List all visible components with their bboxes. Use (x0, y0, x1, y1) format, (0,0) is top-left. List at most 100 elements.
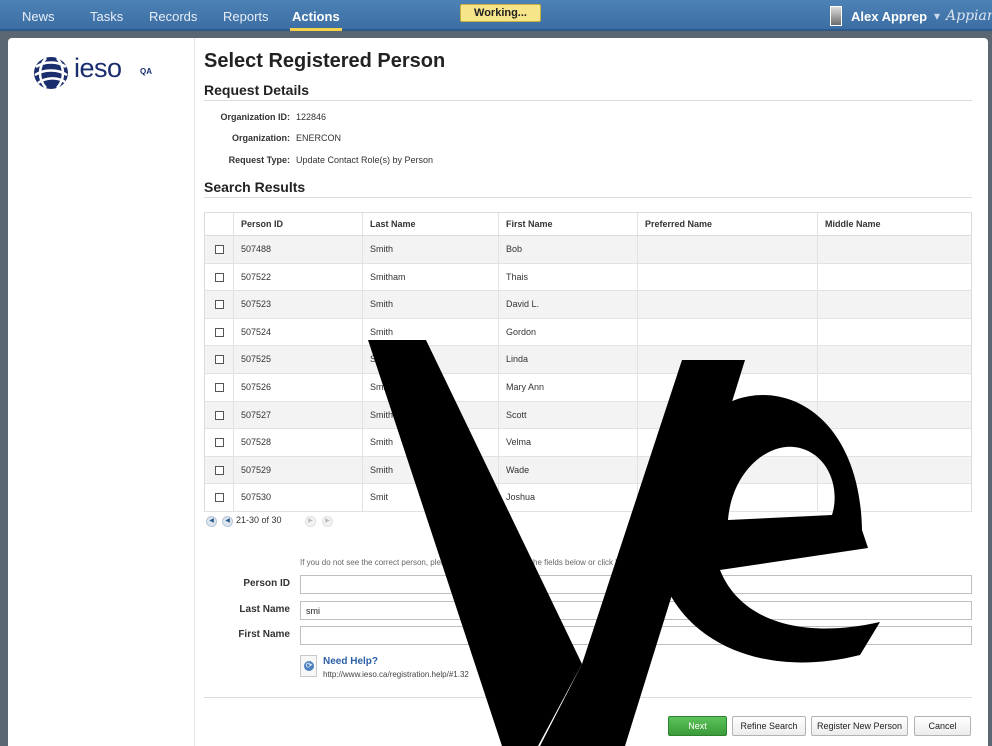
cancel-button[interactable]: Cancel (914, 716, 971, 736)
table-row[interactable]: 507488 Smith Bob (205, 236, 971, 264)
row-select-checkbox[interactable] (215, 438, 224, 448)
row-select-checkbox[interactable] (215, 410, 224, 420)
person-id-cell: 507530 (233, 484, 362, 511)
select-cell (205, 346, 233, 373)
sidebar-divider (194, 38, 195, 746)
last-name-input[interactable] (300, 601, 972, 620)
first-name-cell: Joshua (498, 484, 637, 511)
last-name-cell: Smith (362, 401, 498, 429)
row-select-checkbox[interactable] (215, 382, 224, 392)
register-new-person-button[interactable]: Register New Person (811, 716, 908, 736)
person-id-cell: 507528 (233, 429, 362, 456)
preferred-name-cell (637, 456, 817, 484)
top-nav-bar: News Tasks Records Reports Actions Worki… (0, 0, 992, 31)
last-name-cell: Smith (362, 346, 498, 373)
next-button[interactable]: Next (668, 716, 727, 736)
help-icon[interactable]: ⟳ (300, 655, 317, 677)
need-help-link[interactable]: Need Help? (323, 656, 378, 667)
nav-tasks[interactable]: Tasks (88, 0, 125, 31)
request-details-heading: Request Details (204, 82, 310, 98)
nav-actions[interactable]: Actions (290, 0, 342, 31)
preferred-name-cell (637, 236, 817, 263)
search-results-heading: Search Results (204, 179, 306, 195)
select-cell (205, 291, 233, 318)
table-header-row: Person ID Last Name First Name Preferred… (205, 213, 971, 236)
chevron-down-icon[interactable]: ▾ (934, 0, 940, 33)
table-row[interactable]: 507530 Smit Joshua (205, 484, 971, 512)
person-id-cell: 507523 (233, 291, 362, 318)
request-type-value: Update Contact Role(s) by Person (296, 155, 434, 165)
refine-search-button[interactable]: Refine Search (732, 716, 806, 736)
person-id-cell: 507527 (233, 401, 362, 429)
first-name-input[interactable] (300, 626, 972, 645)
table-body: 507488 Smith Bob 507522 Smitham Thais 507523 Sm… (205, 236, 971, 512)
column-header-middle-name[interactable]: Middle Name (817, 213, 972, 235)
nav-reports[interactable]: Reports (221, 0, 271, 31)
preferred-name-cell (637, 484, 817, 511)
middle-name-cell (817, 346, 972, 373)
column-header-first-name[interactable]: First Name (498, 213, 637, 235)
organization-id-label: Organization ID: (220, 112, 291, 122)
nav-news[interactable]: News (20, 0, 57, 31)
preferred-name-cell (637, 291, 817, 318)
table-row[interactable]: 507522 Smitham Thais (205, 263, 972, 292)
previous-page-icon[interactable]: ◀ (222, 516, 233, 527)
help-url[interactable]: http://www.ieso.ca/registration.help/#1.… (323, 670, 469, 679)
table-row[interactable]: 507524 Smith Gordon (205, 318, 972, 347)
table-row[interactable]: 507523 Smith David L. (205, 291, 971, 319)
person-id-cell: 507526 (233, 373, 362, 401)
appian-brand: Appian (946, 8, 992, 24)
last-name-cell: Smith (362, 318, 498, 346)
row-select-checkbox[interactable] (215, 272, 224, 282)
last-name-cell: Smith (362, 429, 498, 456)
table-row[interactable]: 507529 Smith Wade (205, 456, 971, 485)
select-cell (205, 374, 233, 401)
row-select-checkbox[interactable] (215, 300, 224, 310)
column-header-person-id[interactable]: Person ID (233, 213, 362, 235)
row-select-checkbox[interactable] (215, 493, 224, 503)
nav-records[interactable]: Records (147, 0, 199, 31)
avatar[interactable] (830, 6, 842, 26)
first-name-cell: Linda (498, 346, 637, 373)
person-id-cell: 507524 (233, 318, 362, 346)
organization-label: Organization: (232, 133, 290, 143)
middle-name-cell (817, 318, 972, 346)
last-name-cell: Smitham (362, 263, 498, 291)
first-page-icon[interactable]: ◀ (206, 516, 217, 527)
last-name-cell: Smith (362, 291, 498, 318)
row-select-checkbox[interactable] (215, 355, 224, 365)
user-menu-name[interactable]: Alex Apprep (851, 0, 927, 33)
row-select-checkbox[interactable] (215, 245, 224, 254)
column-header-preferred-name[interactable]: Preferred Name (637, 213, 817, 235)
person-id-label: Person ID (243, 578, 290, 589)
person-id-cell: 507525 (233, 346, 362, 373)
preferred-name-cell (637, 263, 817, 291)
table-row[interactable]: 507528 Smith Velma (205, 429, 971, 457)
first-name-label: First Name (238, 629, 290, 640)
preferred-name-cell (637, 318, 817, 346)
table-row[interactable]: 507527 Smith Scott (205, 401, 971, 430)
middle-name-cell (817, 291, 972, 318)
select-cell (205, 402, 233, 429)
row-select-checkbox[interactable] (215, 465, 224, 475)
table-row[interactable]: 507525 Smith Linda (205, 346, 971, 374)
preferred-name-cell (637, 401, 817, 429)
help-glyph: ⟳ (304, 661, 314, 671)
divider (204, 197, 972, 198)
person-id-cell: 507529 (233, 456, 362, 484)
preferred-name-cell (637, 429, 817, 456)
last-name-label: Last Name (239, 604, 290, 615)
table-row[interactable]: 507526 Smith Mary Ann (205, 373, 971, 402)
qa-badge: QA (140, 67, 152, 76)
middle-name-cell (817, 263, 972, 291)
last-page-icon: ▶ (322, 516, 333, 527)
person-id-cell: 507488 (233, 236, 362, 263)
column-header-last-name[interactable]: Last Name (362, 213, 498, 235)
row-select-checkbox[interactable] (215, 327, 224, 337)
first-name-cell: Scott (498, 401, 637, 429)
person-id-input[interactable] (300, 575, 972, 594)
select-cell (205, 484, 233, 511)
preferred-name-cell (637, 346, 817, 373)
request-type-label: Request Type: (228, 155, 290, 165)
first-name-cell: Velma (498, 429, 637, 456)
